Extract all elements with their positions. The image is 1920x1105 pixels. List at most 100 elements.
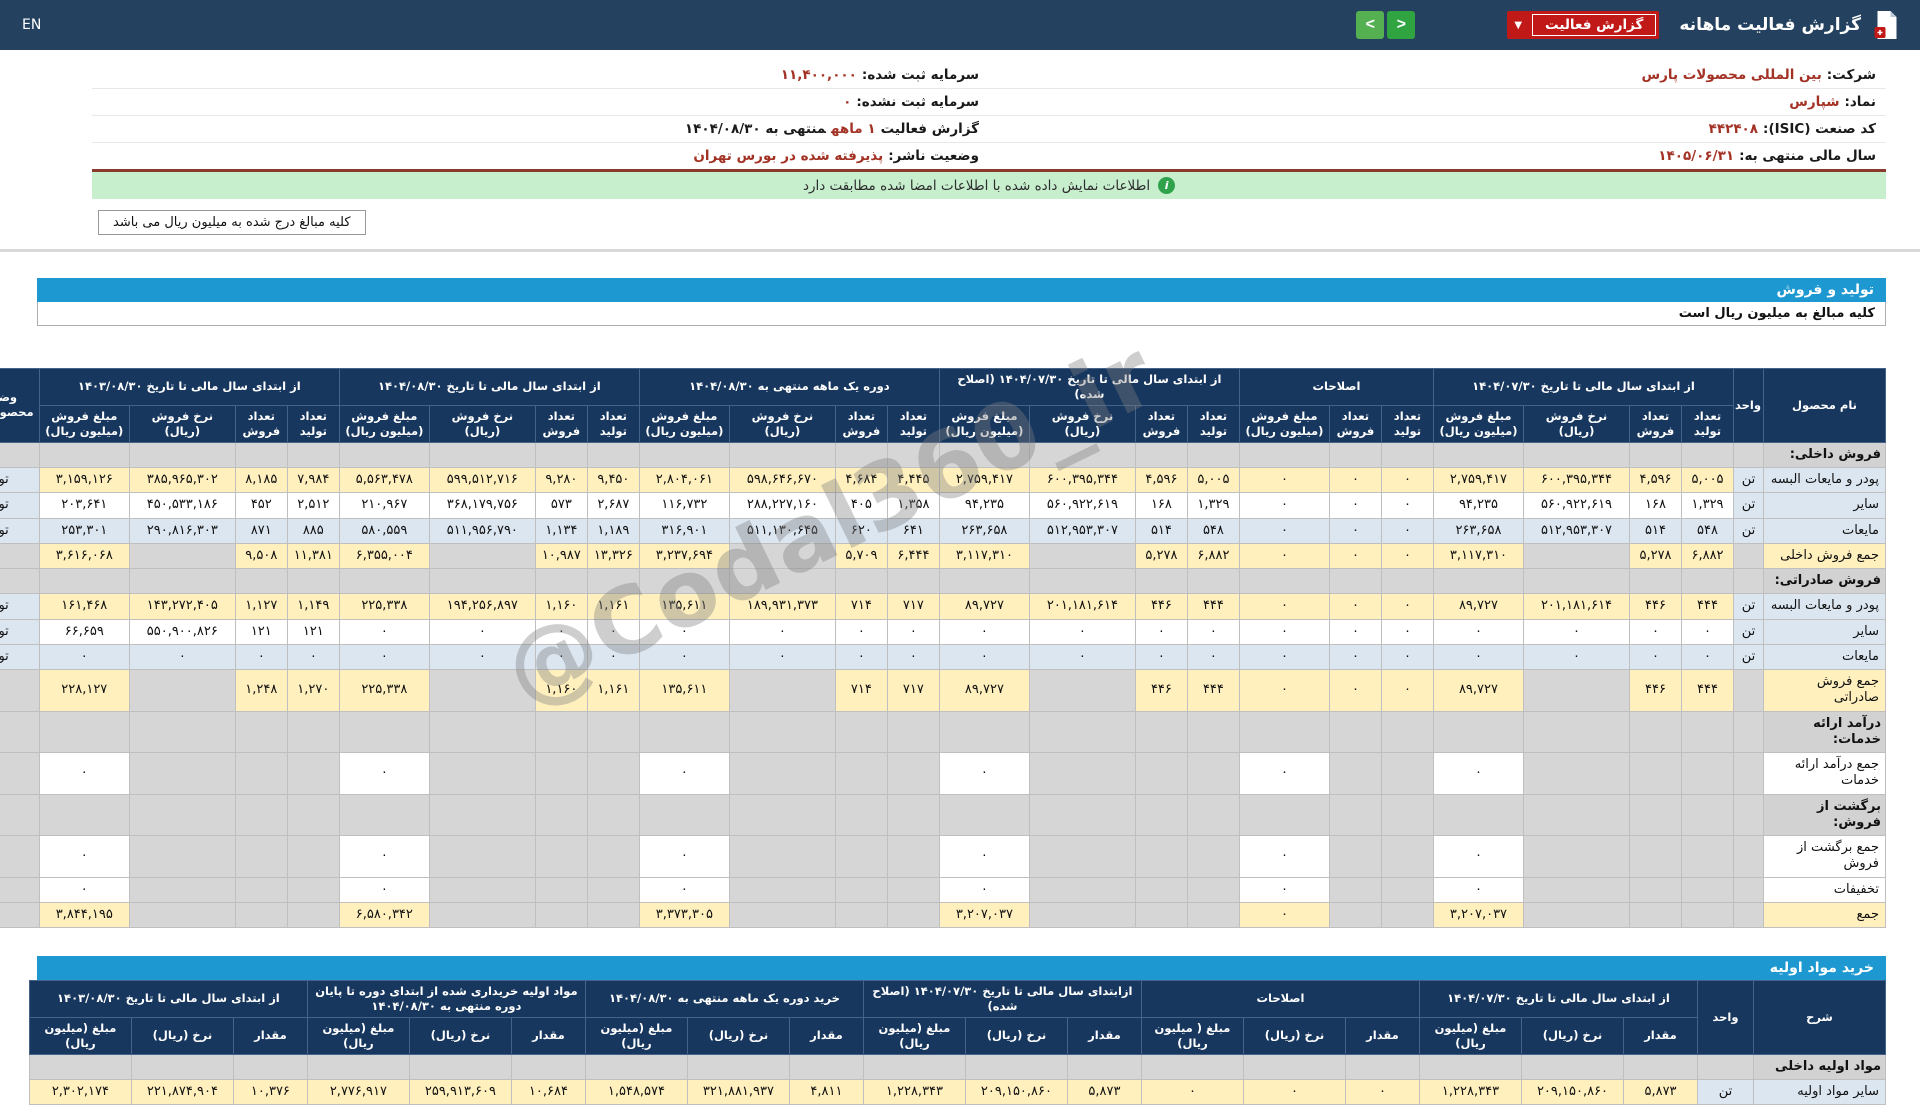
value-cell: ۳۱۶,۹۰۱ xyxy=(638,517,730,544)
value-cell xyxy=(834,567,888,595)
value-cell xyxy=(586,793,640,836)
info-value: پذیرفته شده در بورس تهران xyxy=(693,148,884,164)
value-cell xyxy=(1681,835,1734,878)
value-cell: ۴۰۵ xyxy=(834,492,888,519)
value-cell: ۴۴۶ xyxy=(1629,593,1682,620)
value-cell: ۰ xyxy=(1380,593,1434,620)
value-cell: ۰ xyxy=(728,643,836,671)
value-cell: ۸۷۱ xyxy=(234,517,288,544)
value-cell xyxy=(728,901,836,929)
status-cell xyxy=(0,752,40,795)
info-row: کد صنعت (ISIC):۴۴۲۴۰۸ xyxy=(989,116,1886,143)
value-cell: ۰ xyxy=(886,618,940,645)
value-cell: ۰ xyxy=(428,618,536,645)
report-type-dropdown[interactable]: گزارش فعالیت ▼ xyxy=(1507,11,1660,39)
value-cell: ۰ xyxy=(1238,593,1330,620)
value-cell xyxy=(1242,1053,1346,1081)
value-cell: ۴,۵۹۶ xyxy=(1134,466,1188,494)
value-cell xyxy=(128,835,236,878)
value-cell xyxy=(306,1053,410,1081)
column-subheader: تعداد تولید xyxy=(886,404,940,443)
value-cell xyxy=(1432,710,1525,753)
value-cell xyxy=(128,567,236,595)
report-type-label: گزارش فعالیت xyxy=(1532,14,1657,36)
status-cell xyxy=(0,669,40,712)
table-row: پودر و مایعات البسه تن ۴۴۴ ۴۴۶ ۲۰۱,۱۸۱,۶۱۴ ۸۹… xyxy=(0,593,1886,620)
value-cell: ۴۵۲ xyxy=(234,492,288,519)
value-cell: ۰ xyxy=(638,618,730,645)
value-cell xyxy=(1328,567,1382,595)
value-cell xyxy=(1186,901,1240,929)
value-cell: ۵۴۸ xyxy=(1681,517,1734,544)
value-cell xyxy=(1523,710,1630,753)
nav-forward-button[interactable]: > xyxy=(1387,11,1416,39)
value-cell: ۰ xyxy=(534,643,588,671)
value-cell: ۱,۳۲۹ xyxy=(1186,492,1240,519)
value-cell xyxy=(586,441,640,469)
value-cell xyxy=(938,793,1030,836)
value-cell: ۱۳,۳۲۶ xyxy=(586,542,640,570)
info-value: ۱ ماهه xyxy=(830,121,876,137)
status-cell xyxy=(0,835,40,878)
value-cell xyxy=(286,793,340,836)
value-cell: ۰ xyxy=(1681,618,1734,645)
value-cell: ۲۶۳,۶۵۸ xyxy=(1432,517,1525,544)
value-cell: ۱۳۵,۶۱۱ xyxy=(638,593,730,620)
value-cell: ۰ xyxy=(338,618,430,645)
value-cell: ۸۸۵ xyxy=(286,517,340,544)
value-cell xyxy=(1523,752,1630,795)
value-cell xyxy=(1028,710,1136,753)
value-cell: ۳۲۱,۸۸۱,۹۳۷ xyxy=(686,1078,790,1105)
value-cell xyxy=(286,876,340,903)
value-cell xyxy=(534,901,588,929)
value-cell xyxy=(834,835,888,878)
value-cell: ۰ xyxy=(1242,1078,1346,1105)
value-cell xyxy=(938,710,1030,753)
value-cell xyxy=(1629,441,1682,469)
value-cell xyxy=(1681,441,1734,469)
value-cell: ۹۴,۲۳۵ xyxy=(1432,492,1525,519)
value-cell xyxy=(130,1053,234,1081)
info-value: بین المللی محصولات پارس xyxy=(1641,67,1822,83)
value-cell: ۰ xyxy=(1681,643,1734,671)
signature-match-text: اطلاعات نمایش داده شده با اطلاعات امضا ش… xyxy=(802,177,1151,194)
value-cell xyxy=(1629,710,1682,753)
column-subheader: مقدار xyxy=(1344,1016,1420,1055)
value-cell xyxy=(1028,835,1136,878)
value-cell: ۶۰۰,۳۹۵,۳۴۴ xyxy=(1028,466,1136,494)
value-cell xyxy=(728,876,836,903)
info-value: ۱۴۰۵/۰۶/۳۱ xyxy=(1658,148,1735,164)
column-subheader: تعداد تولید xyxy=(1186,404,1240,443)
value-cell xyxy=(584,1053,688,1081)
value-cell: ۴۵۰,۵۳۳,۱۸۶ xyxy=(128,492,236,519)
row-name-cell: جمع فروش صادراتی xyxy=(1763,669,1886,712)
value-cell xyxy=(1140,1053,1244,1081)
value-cell: ۵۱۱,۹۵۶,۷۹۰ xyxy=(428,517,536,544)
value-cell: ۱,۱۶۰ xyxy=(534,593,588,620)
language-toggle[interactable]: EN xyxy=(22,17,41,33)
value-cell xyxy=(1028,567,1136,595)
value-cell: ۰ xyxy=(938,618,1030,645)
value-cell: ۶,۸۸۲ xyxy=(1186,542,1240,570)
value-cell: ۲۰۹,۱۵۰,۸۶۰ xyxy=(964,1078,1068,1105)
value-cell: ۳۶۸,۱۷۹,۷۵۶ xyxy=(428,492,536,519)
value-cell xyxy=(1523,567,1630,595)
column-subheader: مبلغ (میلیون ریال) xyxy=(1418,1016,1523,1055)
value-cell: ۹,۴۵۰ xyxy=(586,466,640,494)
column-group-header: دوره یک ماهه منتهی به ۱۴۰۴/۰۸/۳۰ xyxy=(638,368,940,406)
value-cell: ۰ xyxy=(1186,618,1240,645)
value-cell xyxy=(728,567,836,595)
value-cell: ۷۱۴ xyxy=(834,669,888,712)
value-cell xyxy=(534,567,588,595)
column-subheader: تعداد فروش xyxy=(1629,404,1682,443)
section-row: مواد اولیه داخلی xyxy=(28,1053,1886,1081)
nav-back-button[interactable]: < xyxy=(1356,11,1385,39)
value-cell xyxy=(1681,567,1734,595)
value-cell: ۱۳۵,۶۱۱ xyxy=(638,669,730,712)
status-cell xyxy=(0,710,40,753)
column-subheader: تعداد تولید xyxy=(1681,404,1734,443)
value-cell: ۱۱۶,۷۳۲ xyxy=(638,492,730,519)
value-cell: ۹,۵۰۸ xyxy=(234,542,288,570)
value-cell: ۰ xyxy=(586,643,640,671)
value-cell xyxy=(1028,441,1136,469)
